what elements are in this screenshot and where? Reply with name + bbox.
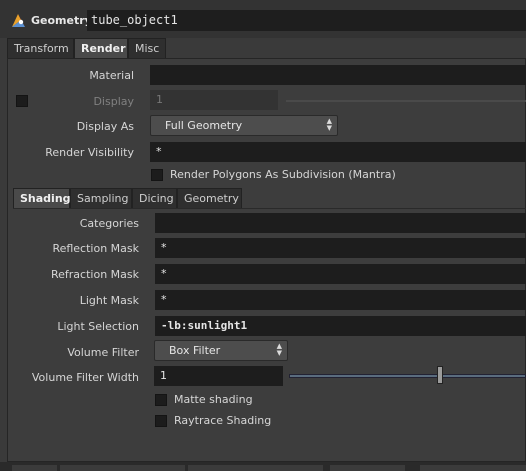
material-label: Material [89,69,134,82]
categories-field[interactable] [155,213,526,233]
volume-filter-width-field[interactable]: 1 [154,366,283,386]
tab-geometry[interactable]: Geometry [177,188,242,208]
light-selection-field[interactable]: -lb:sunlight1 [155,316,526,336]
display-slider [286,100,526,102]
subdivision-label: Render Polygons As Subdivision (Mantra) [170,168,396,181]
geometry-node-icon [12,14,25,27]
matte-shading-label: Matte shading [174,393,253,406]
display-field: 1 [150,90,278,110]
render-visibility-label: Render Visibility [45,146,134,159]
subtab-divider [13,208,526,209]
tab-shading[interactable]: Shading [13,188,71,208]
node-type-label: Geometry [31,14,92,27]
bottom-pane-tab [188,465,323,471]
raytrace-shading-checkbox[interactable] [155,415,167,427]
volume-filter-value: Box Filter [169,344,221,357]
matte-shading-checkbox[interactable] [155,394,167,406]
node-name-field[interactable]: tube_object1 [87,10,526,31]
reflection-mask-field[interactable]: * [155,238,526,258]
light-mask-label: Light Mask [79,294,139,307]
bottom-pane-tab [60,465,185,471]
categories-label: Categories [79,217,139,230]
bottom-pane-tab [330,465,405,471]
volume-filter-width-slider-handle[interactable] [437,366,444,384]
material-field[interactable] [150,65,526,85]
display-toggle-checkbox[interactable] [16,95,28,107]
render-visibility-field[interactable]: * [150,142,526,162]
light-mask-field[interactable]: * [155,290,526,310]
bottom-pane-tab [12,465,57,471]
volume-filter-dropdown[interactable]: Box Filter ▲ ▼ [154,340,288,361]
display-as-value: Full Geometry [165,119,243,132]
raytrace-shading-label: Raytrace Shading [174,414,272,427]
refraction-mask-label: Refraction Mask [51,268,139,281]
volume-filter-width-label: Volume Filter Width [31,371,139,384]
dropdown-arrows-icon: ▲ ▼ [276,342,282,357]
subdivision-checkbox[interactable] [151,169,163,181]
bottom-pane-tab [420,465,526,471]
tab-dicing[interactable]: Dicing [132,188,177,208]
display-as-label: Display As [76,120,134,133]
volume-filter-width-slider[interactable] [289,374,526,378]
tab-sampling[interactable]: Sampling [70,188,132,208]
display-as-dropdown[interactable]: Full Geometry ▲ ▼ [150,115,338,136]
light-selection-label: Light Selection [57,320,139,333]
tab-transform[interactable]: Transform [7,38,74,58]
tab-render[interactable]: Render [74,38,128,58]
display-label: Display [93,95,134,108]
reflection-mask-label: Reflection Mask [52,242,139,255]
volume-filter-label: Volume Filter [67,346,139,359]
refraction-mask-field[interactable]: * [155,264,526,284]
dropdown-arrows-icon: ▲ ▼ [326,117,332,132]
tab-misc[interactable]: Misc [128,38,166,58]
